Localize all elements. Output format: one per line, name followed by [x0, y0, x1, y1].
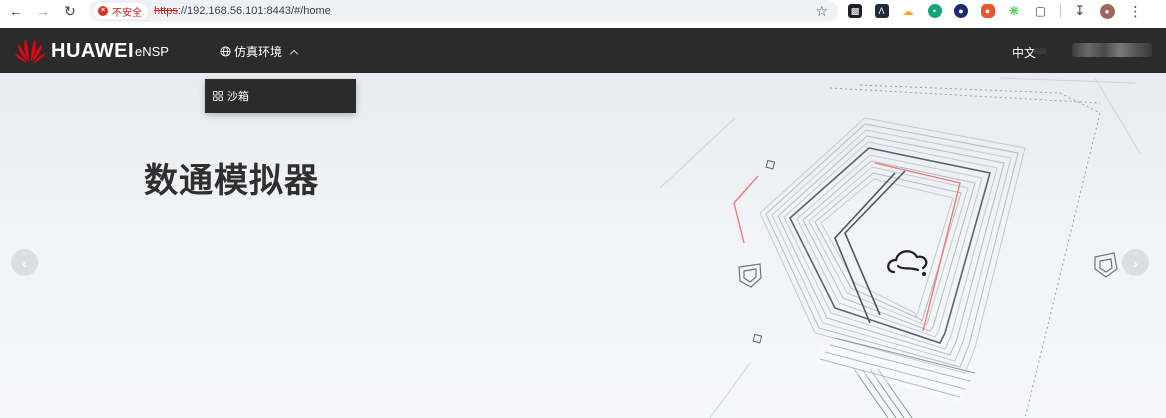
puzzle-icon[interactable]: ▢ — [1033, 4, 1048, 18]
extension-icon-5[interactable]: ● — [954, 4, 968, 18]
extension-icon-2[interactable]: Λ — [874, 4, 889, 18]
back-arrow-icon[interactable]: ← — [7, 2, 25, 20]
download-icon[interactable]: ↧ — [1073, 3, 1087, 18]
extension-icon-7[interactable]: ❋ — [1007, 4, 1021, 18]
simulation-env-menu[interactable]: 仿真环境 — [220, 43, 299, 60]
extension-icon-1[interactable]: ▩ — [848, 4, 862, 18]
menu-item-sandbox[interactable]: 沙箱 — [205, 79, 356, 113]
hero-title: 数通模拟器 — [144, 161, 319, 201]
globe-icon — [220, 46, 231, 57]
profile-avatar[interactable]: ● — [1099, 3, 1115, 19]
kebab-icon[interactable]: ⋮ — [1129, 3, 1143, 20]
hero-banner: 数通模拟器 ‹ › — [0, 73, 1166, 418]
not-secure-icon: × — [98, 6, 108, 16]
toolbar-divider — [1060, 4, 1061, 18]
menu-item-label: 沙箱 — [227, 91, 249, 103]
url-text[interactable]: https://192.168.56.101:8443/#/home — [154, 5, 331, 17]
app-header: HUAWEI eNSP 仿真环境 中文 — [0, 28, 1166, 73]
extension-icon-3[interactable]: ☁ — [901, 4, 915, 18]
url-scheme: https — [154, 5, 178, 17]
security-label: 不安全 — [112, 7, 142, 19]
cloud-network-illustration — [659, 77, 1141, 418]
extension-icon-6[interactable]: ● — [980, 4, 995, 18]
grid-icon — [213, 91, 223, 101]
browser-toolbar: ← → ↻ × 不安全 https://192.168.56.101:8443/… — [0, 0, 1166, 22]
address-bar[interactable]: × 不安全 https://192.168.56.101:8443/#/home… — [89, 0, 838, 22]
reload-icon[interactable]: ↻ — [61, 2, 79, 20]
security-indicator[interactable]: × 不安全 — [94, 3, 148, 19]
huawei-logo — [14, 39, 46, 63]
brand-name: HUAWEI — [51, 40, 134, 62]
redacted-region — [1034, 48, 1046, 54]
chevron-right-icon: › — [1133, 254, 1138, 271]
user-account-redacted[interactable] — [1072, 43, 1152, 57]
chevron-up-icon — [289, 49, 299, 58]
simulation-env-dropdown: 沙箱 — [205, 79, 356, 113]
extensions-bar: ▩ Λ ☁ • ● ● ❋ ▢ ↧ ● ⋮ — [848, 2, 1143, 20]
language-switch[interactable]: 中文 — [1012, 44, 1036, 61]
extension-icon-4[interactable]: • — [927, 4, 942, 18]
star-icon[interactable]: ☆ — [815, 3, 828, 20]
carousel-prev-button[interactable]: ‹ — [11, 249, 38, 276]
forward-arrow-icon[interactable]: → — [34, 2, 52, 20]
url-rest: ://192.168.56.101:8443/#/home — [177, 5, 331, 17]
carousel-next-button[interactable]: › — [1122, 249, 1149, 276]
nav-label: 仿真环境 — [234, 45, 283, 59]
product-name: eNSP — [135, 44, 169, 59]
chevron-left-icon: ‹ — [22, 254, 27, 271]
